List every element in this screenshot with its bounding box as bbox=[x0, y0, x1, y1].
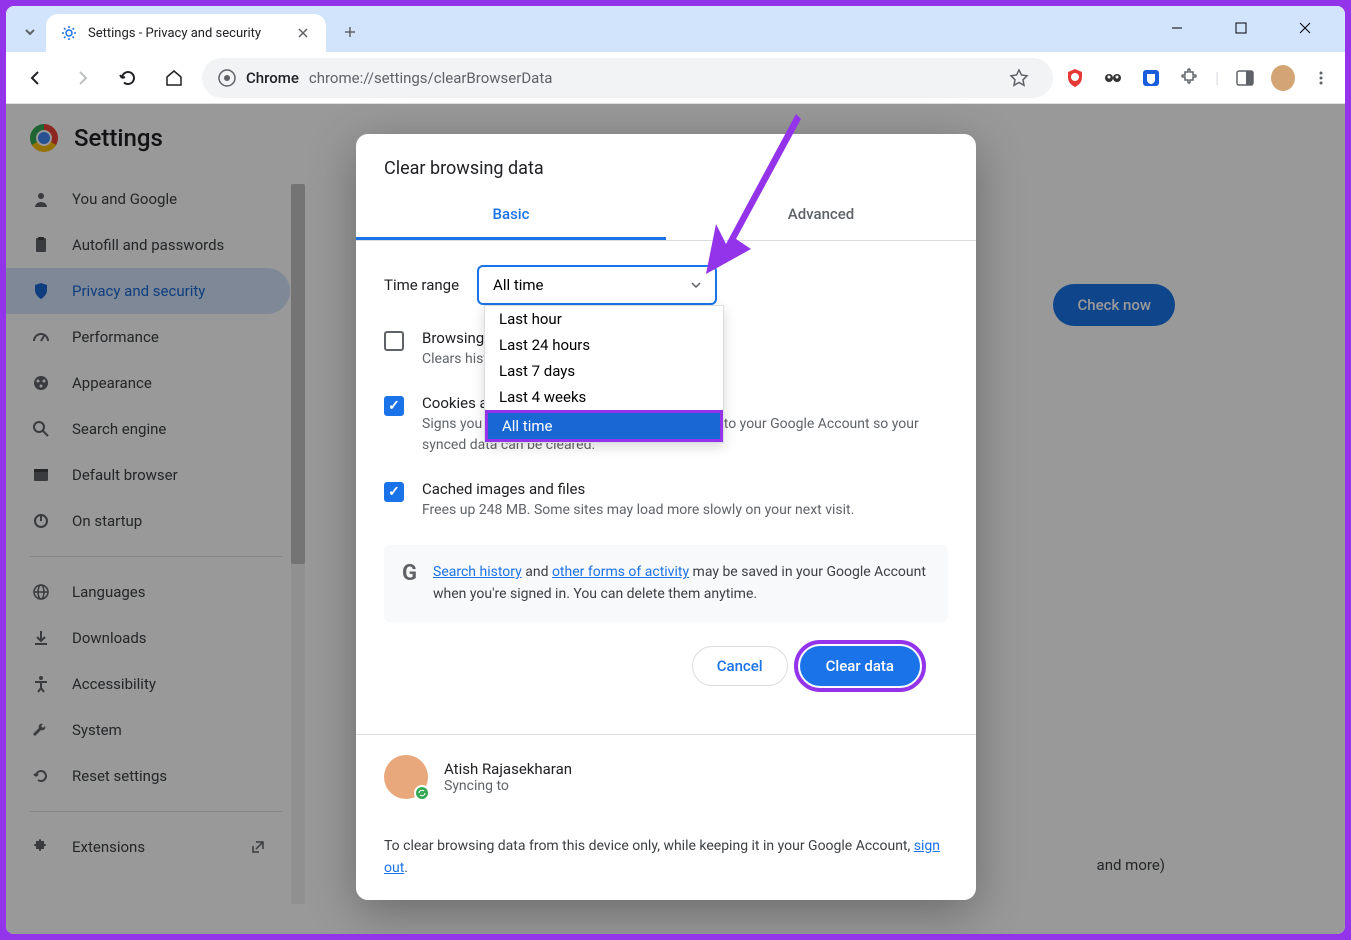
close-tab-icon[interactable] bbox=[294, 24, 312, 42]
extension-eyes-icon[interactable] bbox=[1101, 66, 1125, 90]
titlebar: Settings - Privacy and security bbox=[6, 6, 1345, 52]
minimize-button[interactable] bbox=[1157, 12, 1197, 44]
browser-tab[interactable]: Settings - Privacy and security bbox=[46, 14, 326, 52]
account-name: Atish Rajasekharan bbox=[444, 760, 572, 778]
chrome-icon bbox=[218, 69, 236, 87]
account-sync-status: Syncing to bbox=[444, 778, 572, 794]
search-history-link[interactable]: Search history bbox=[433, 564, 522, 580]
checkbox[interactable] bbox=[384, 482, 404, 502]
tab-search-dropdown[interactable] bbox=[14, 16, 46, 48]
dropdown-option[interactable]: All time bbox=[485, 410, 723, 442]
checkbox-desc: Frees up 248 MB. Some sites may load mor… bbox=[422, 500, 948, 521]
settings-gear-icon bbox=[60, 24, 78, 42]
sync-badge-icon bbox=[414, 785, 430, 801]
checkbox-title: Cached images and files bbox=[422, 480, 948, 498]
omnibox[interactable]: Chrome chrome://settings/clearBrowserDat… bbox=[202, 58, 1053, 98]
dropdown-option[interactable]: Last hour bbox=[485, 306, 723, 332]
time-range-label: Time range bbox=[384, 276, 459, 294]
omnibox-url: chrome://settings/clearBrowserData bbox=[309, 69, 999, 87]
bookmark-star-icon[interactable] bbox=[1009, 68, 1029, 88]
dialog-title: Clear browsing data bbox=[384, 158, 948, 179]
tab-basic[interactable]: Basic bbox=[356, 191, 666, 240]
footer-text: To clear browsing data from this device … bbox=[384, 838, 914, 854]
extension-shield-icon[interactable] bbox=[1063, 66, 1087, 90]
other-activity-link[interactable]: other forms of activity bbox=[552, 564, 689, 580]
dropdown-option[interactable]: Last 4 weeks bbox=[485, 384, 723, 410]
info-box: G Search history and other forms of acti… bbox=[384, 545, 948, 622]
extension-bitwarden-icon[interactable] bbox=[1139, 66, 1163, 90]
reload-button[interactable] bbox=[110, 60, 146, 96]
google-g-icon: G bbox=[402, 561, 417, 606]
tab-advanced[interactable]: Advanced bbox=[666, 191, 976, 240]
tab-title: Settings - Privacy and security bbox=[88, 26, 284, 41]
new-tab-button[interactable] bbox=[334, 16, 366, 48]
side-panel-icon[interactable] bbox=[1233, 66, 1257, 90]
checkbox[interactable] bbox=[384, 396, 404, 416]
account-avatar bbox=[384, 755, 428, 799]
extensions-puzzle-icon[interactable] bbox=[1177, 66, 1201, 90]
menu-dots-icon[interactable] bbox=[1309, 66, 1333, 90]
clear-browsing-data-dialog: Clear browsing data Basic Advanced Time … bbox=[356, 134, 976, 900]
dropdown-option[interactable]: Last 7 days bbox=[485, 358, 723, 384]
home-button[interactable] bbox=[156, 60, 192, 96]
time-range-select[interactable]: All time bbox=[477, 265, 717, 305]
clear-option-row: Cached images and files Frees up 248 MB. … bbox=[384, 480, 948, 521]
browser-toolbar: Chrome chrome://settings/clearBrowserDat… bbox=[6, 52, 1345, 104]
clear-data-button[interactable]: Clear data bbox=[800, 646, 920, 686]
checkbox[interactable] bbox=[384, 331, 404, 351]
dropdown-option[interactable]: Last 24 hours bbox=[485, 332, 723, 358]
cancel-button[interactable]: Cancel bbox=[692, 646, 788, 686]
close-window-button[interactable] bbox=[1285, 12, 1325, 44]
time-range-dropdown: Last hourLast 24 hoursLast 7 daysLast 4 … bbox=[484, 305, 724, 443]
back-button[interactable] bbox=[18, 60, 54, 96]
forward-button[interactable] bbox=[64, 60, 100, 96]
dropdown-caret-icon bbox=[691, 282, 701, 288]
time-range-value: All time bbox=[493, 276, 543, 294]
profile-avatar-icon[interactable] bbox=[1271, 66, 1295, 90]
maximize-button[interactable] bbox=[1221, 12, 1261, 44]
omnibox-source: Chrome bbox=[246, 69, 299, 87]
